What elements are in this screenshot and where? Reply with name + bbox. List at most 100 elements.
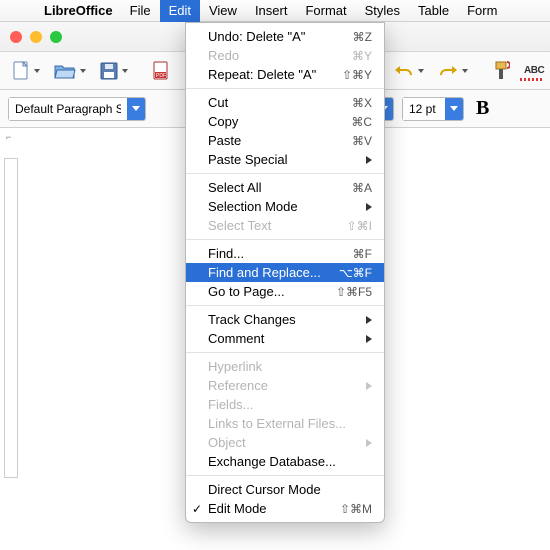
redo-button[interactable] bbox=[434, 60, 472, 82]
menu-item-direct-cursor-mode[interactable]: Direct Cursor Mode bbox=[186, 480, 384, 499]
app-name[interactable]: LibreOffice bbox=[36, 3, 121, 18]
menu-item-label: Comment bbox=[208, 331, 360, 346]
menu-separator bbox=[186, 305, 384, 306]
font-size-input[interactable] bbox=[403, 98, 445, 120]
menu-item-edit-mode[interactable]: ✓ Edit Mode⇧⌘M bbox=[186, 499, 384, 518]
menu-item-exchange-database[interactable]: Exchange Database... bbox=[186, 452, 384, 471]
mac-menubar: LibreOffice File Edit View Insert Format… bbox=[0, 0, 550, 22]
ruler-corner-mark: ⌐ bbox=[6, 132, 11, 142]
zoom-window-button[interactable] bbox=[50, 31, 62, 43]
menu-item-paste-special[interactable]: Paste Special bbox=[186, 150, 384, 169]
submenu-arrow-icon bbox=[366, 203, 372, 211]
menu-item-fields: Fields... bbox=[186, 395, 384, 414]
undo-icon bbox=[394, 63, 414, 79]
minimize-window-button[interactable] bbox=[30, 31, 42, 43]
menu-item-label: Edit Mode bbox=[208, 501, 340, 516]
font-size-dropdown-button[interactable] bbox=[445, 98, 463, 120]
menu-item-label: Find and Replace... bbox=[208, 265, 339, 280]
caret-down-icon bbox=[418, 69, 424, 73]
redo-icon bbox=[438, 63, 458, 79]
menu-separator bbox=[186, 88, 384, 89]
svg-text:PDF: PDF bbox=[156, 73, 166, 79]
menu-separator bbox=[186, 475, 384, 476]
menu-item-label: Copy bbox=[208, 114, 351, 129]
menu-shortcut: ⇧⌘M bbox=[340, 502, 372, 516]
paragraph-style-combo[interactable] bbox=[8, 97, 146, 121]
menu-shortcut: ⌘C bbox=[351, 115, 372, 129]
submenu-arrow-icon bbox=[366, 335, 372, 343]
abc-icon-text: ABC bbox=[524, 65, 544, 76]
submenu-arrow-icon bbox=[366, 382, 372, 390]
pdf-icon: PDF bbox=[152, 61, 170, 81]
paragraph-style-dropdown-button[interactable] bbox=[127, 98, 145, 120]
menu-file[interactable]: File bbox=[121, 0, 160, 22]
menu-shortcut: ⌘Z bbox=[353, 30, 372, 44]
menu-item-select-all[interactable]: Select All⌘A bbox=[186, 178, 384, 197]
edit-menu-dropdown: Undo: Delete "A"⌘ZRedo⌘YRepeat: Delete "… bbox=[185, 22, 385, 523]
menu-item-repeat-delete-a[interactable]: Repeat: Delete "A"⇧⌘Y bbox=[186, 65, 384, 84]
save-document-button[interactable] bbox=[96, 59, 132, 83]
menu-item-label: Reference bbox=[208, 378, 360, 393]
spellcheck-button[interactable]: ABC bbox=[520, 62, 548, 79]
undo-button[interactable] bbox=[390, 60, 428, 82]
close-window-button[interactable] bbox=[10, 31, 22, 43]
menu-item-track-changes[interactable]: Track Changes bbox=[186, 310, 384, 329]
menu-item-label: Track Changes bbox=[208, 312, 360, 327]
caret-down-icon bbox=[462, 69, 468, 73]
menu-item-undo-delete-a[interactable]: Undo: Delete "A"⌘Z bbox=[186, 27, 384, 46]
caret-down-icon bbox=[122, 69, 128, 73]
menu-shortcut: ⌘F bbox=[353, 247, 372, 261]
menu-item-label: Fields... bbox=[208, 397, 372, 412]
menu-item-cut[interactable]: Cut⌘X bbox=[186, 93, 384, 112]
menu-item-paste[interactable]: Paste⌘V bbox=[186, 131, 384, 150]
menu-shortcut: ⇧⌘Y bbox=[342, 68, 372, 82]
menu-insert[interactable]: Insert bbox=[246, 0, 297, 22]
menu-shortcut: ⌘Y bbox=[352, 49, 372, 63]
menu-item-label: Select Text bbox=[208, 218, 347, 233]
menu-item-label: Undo: Delete "A" bbox=[208, 29, 353, 44]
menu-item-comment[interactable]: Comment bbox=[186, 329, 384, 348]
open-document-button[interactable] bbox=[50, 59, 90, 83]
menu-item-find-and-replace[interactable]: Find and Replace...⌥⌘F bbox=[186, 263, 384, 282]
menu-table[interactable]: Table bbox=[409, 0, 458, 22]
bold-button[interactable]: B bbox=[472, 97, 493, 120]
menu-item-label: Redo bbox=[208, 48, 352, 63]
menu-shortcut: ⌥⌘F bbox=[339, 266, 372, 280]
menu-item-selection-mode[interactable]: Selection Mode bbox=[186, 197, 384, 216]
menu-styles[interactable]: Styles bbox=[356, 0, 409, 22]
menu-item-label: Find... bbox=[208, 246, 353, 261]
folder-open-icon bbox=[54, 62, 76, 80]
menu-edit[interactable]: Edit bbox=[160, 0, 200, 22]
menu-shortcut: ⇧⌘F5 bbox=[336, 285, 372, 299]
paragraph-style-input[interactable] bbox=[9, 98, 127, 120]
menu-item-copy[interactable]: Copy⌘C bbox=[186, 112, 384, 131]
menu-item-go-to-page[interactable]: Go to Page...⇧⌘F5 bbox=[186, 282, 384, 301]
menu-item-object: Object bbox=[186, 433, 384, 452]
menu-form[interactable]: Form bbox=[458, 0, 506, 22]
menu-item-label: Object bbox=[208, 435, 360, 450]
menu-item-find[interactable]: Find...⌘F bbox=[186, 244, 384, 263]
submenu-arrow-icon bbox=[366, 316, 372, 324]
new-document-button[interactable] bbox=[8, 58, 44, 84]
menu-separator bbox=[186, 239, 384, 240]
menu-shortcut: ⌘A bbox=[352, 181, 372, 195]
clone-formatting-button[interactable] bbox=[488, 58, 514, 84]
menu-shortcut: ⌘X bbox=[352, 96, 372, 110]
menu-item-links-to-external-files: Links to External Files... bbox=[186, 414, 384, 433]
font-size-combo[interactable] bbox=[402, 97, 464, 121]
menu-item-label: Paste bbox=[208, 133, 352, 148]
menu-item-select-text: Select Text⇧⌘I bbox=[186, 216, 384, 235]
menu-item-label: Go to Page... bbox=[208, 284, 336, 299]
vertical-ruler bbox=[4, 158, 18, 478]
new-doc-icon bbox=[12, 61, 30, 81]
menu-item-label: Direct Cursor Mode bbox=[208, 482, 372, 497]
caret-down-icon bbox=[132, 106, 140, 111]
menu-view[interactable]: View bbox=[200, 0, 246, 22]
check-icon: ✓ bbox=[192, 502, 202, 516]
export-pdf-button[interactable]: PDF bbox=[148, 58, 174, 84]
paint-format-icon bbox=[492, 61, 510, 81]
menu-shortcut: ⇧⌘I bbox=[347, 219, 372, 233]
menu-item-hyperlink: Hyperlink bbox=[186, 357, 384, 376]
menu-separator bbox=[186, 352, 384, 353]
menu-format[interactable]: Format bbox=[296, 0, 355, 22]
